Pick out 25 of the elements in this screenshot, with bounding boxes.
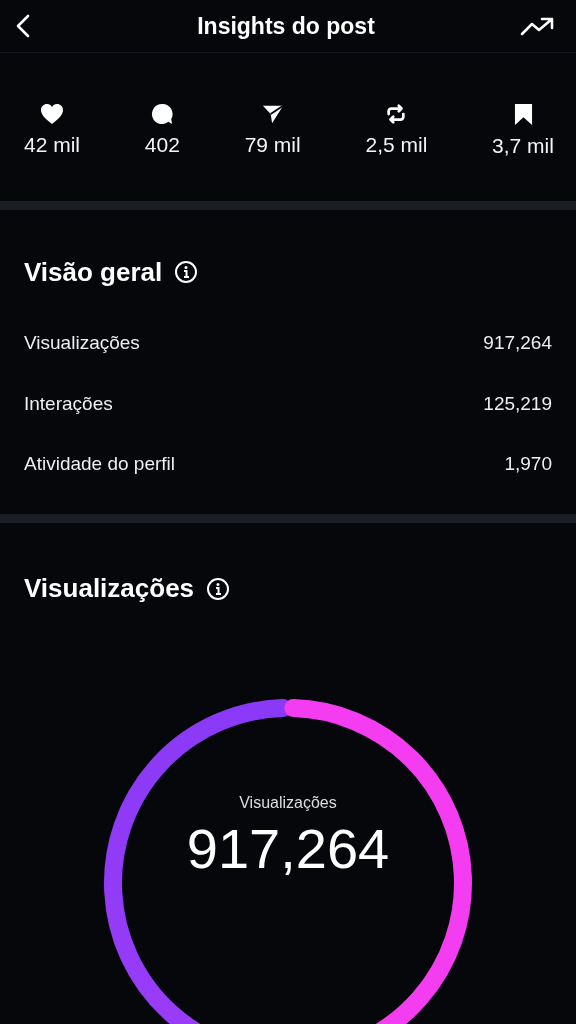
section-title: Visão geral xyxy=(24,256,163,288)
stat-value: 2,5 mil xyxy=(365,133,428,157)
info-icon[interactable] xyxy=(206,576,231,601)
metric-value: 917,264 xyxy=(483,332,552,355)
stat-value: 79 mil xyxy=(244,133,301,157)
trend-icon[interactable] xyxy=(520,16,554,36)
repost-icon xyxy=(385,103,408,125)
section-title: Visualizações xyxy=(24,573,195,604)
send-icon xyxy=(261,103,284,125)
screen-title: Insights do post xyxy=(196,12,375,40)
back-icon[interactable] xyxy=(16,14,30,38)
metric-value: 1,970 xyxy=(504,453,552,476)
metric-label: Visualizações xyxy=(24,332,140,355)
bookmark-icon xyxy=(513,103,533,126)
metric-label: Interações xyxy=(24,392,113,416)
chart-label: Visualizações xyxy=(239,793,337,812)
metric-label: Atividade do perfil xyxy=(24,453,176,476)
stat-value: 402 xyxy=(144,133,180,157)
stat-value: 42 mil xyxy=(24,133,81,157)
stat-value: 3,7 mil xyxy=(492,134,554,158)
heart-icon xyxy=(40,103,64,125)
comment-icon xyxy=(151,103,174,125)
chart-total: 917,264 xyxy=(186,815,390,881)
metric-value: 125,219 xyxy=(483,392,552,416)
info-icon[interactable] xyxy=(174,260,199,284)
